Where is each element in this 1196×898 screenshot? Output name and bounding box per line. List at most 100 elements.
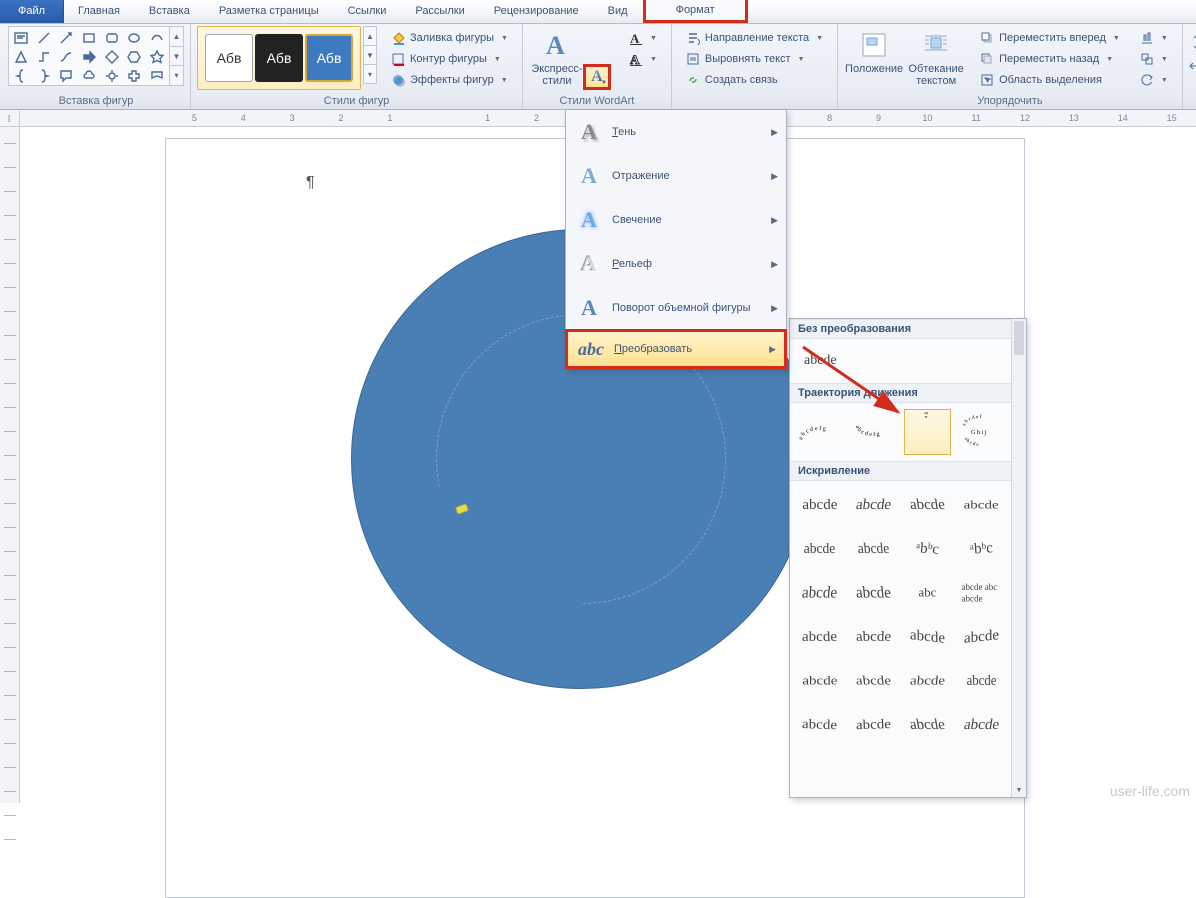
create-link-button[interactable]: Создать связь bbox=[678, 70, 831, 90]
shape-line-icon[interactable] bbox=[33, 28, 56, 47]
menu-shadow[interactable]: A Тень ▶ bbox=[566, 110, 786, 154]
text-fill-button[interactable]: A ▼ bbox=[621, 28, 665, 48]
tab-file[interactable]: Файл bbox=[0, 0, 64, 23]
shape-effects-button[interactable]: Эффекты фигур▼ bbox=[383, 70, 516, 90]
warp-option-1[interactable]: abcde bbox=[848, 485, 900, 525]
bring-forward-button[interactable]: Переместить вперед▼ bbox=[972, 28, 1128, 48]
warp-option-3[interactable]: abcde bbox=[955, 485, 1007, 525]
shape-outline-button[interactable]: Контур фигуры▼ bbox=[383, 49, 516, 69]
warp-option-4[interactable]: abcde bbox=[794, 529, 846, 569]
warp-option-2[interactable]: abcde bbox=[902, 485, 954, 525]
shape-rightarrow-icon[interactable] bbox=[78, 47, 101, 66]
shape-rect-icon[interactable] bbox=[78, 28, 101, 47]
selection-pane-button[interactable]: Область выделения bbox=[972, 70, 1128, 90]
warp-option-8[interactable]: abcde bbox=[794, 573, 846, 613]
position-button[interactable]: Положение bbox=[844, 26, 904, 75]
shape-ellipse-icon[interactable] bbox=[123, 28, 146, 47]
shape-gallery-scroll[interactable]: ▲ ▼ ▾ bbox=[170, 26, 184, 86]
ruler-vertical[interactable] bbox=[0, 127, 20, 803]
shape-cross-icon[interactable] bbox=[123, 66, 146, 85]
warp-option-7[interactable]: ᵃbᵇc bbox=[955, 529, 1007, 569]
shape-style-gallery[interactable]: Абв Абв Абв bbox=[197, 26, 361, 90]
shape-rightbrace-icon[interactable] bbox=[33, 66, 56, 85]
scroll-up-icon[interactable]: ▲ bbox=[364, 27, 376, 45]
tab-format[interactable]: Формат bbox=[643, 0, 748, 23]
shape-fill-button[interactable]: Заливка фигуры▼ bbox=[383, 28, 516, 48]
menu-glow[interactable]: A Свечение▶ bbox=[566, 198, 786, 242]
tab-insert[interactable]: Вставка bbox=[135, 0, 205, 23]
path-arc-up[interactable]: a b c d e f g bbox=[796, 409, 844, 455]
warp-option-15[interactable]: abcde bbox=[955, 617, 1007, 657]
scroll-more-icon[interactable]: ▾ bbox=[170, 65, 183, 85]
send-backward-button[interactable]: Переместить назад▼ bbox=[972, 49, 1128, 69]
shape-callout-icon[interactable] bbox=[55, 66, 78, 85]
style-swatch-dark[interactable]: Абв bbox=[255, 34, 303, 82]
path-arc-down[interactable]: a b c d e f g bbox=[850, 409, 898, 455]
shape-sun-icon[interactable] bbox=[100, 66, 123, 85]
scroll-down-icon[interactable]: ▼ bbox=[364, 45, 376, 64]
tab-home[interactable]: Главная bbox=[64, 0, 135, 23]
shape-star-icon[interactable] bbox=[145, 47, 168, 66]
warp-option-22[interactable]: abcde bbox=[902, 705, 954, 745]
warp-option-13[interactable]: abcde bbox=[848, 617, 900, 657]
shape-style-scroll[interactable]: ▲ ▼ ▾ bbox=[363, 26, 377, 84]
option-no-transform[interactable]: abcde bbox=[790, 339, 1011, 383]
style-swatch-blue-selected[interactable]: Абв bbox=[305, 34, 353, 82]
shape-triangle-icon[interactable] bbox=[10, 47, 33, 66]
rotate-button[interactable]: ▼ bbox=[1132, 70, 1176, 90]
path-button[interactable]: a b c d e fG h i ja b c d e bbox=[957, 409, 1005, 455]
scroll-down-icon[interactable]: ▼ bbox=[1012, 783, 1026, 797]
style-swatch-outline[interactable]: Абв bbox=[205, 34, 253, 82]
transform-scrollbar[interactable]: ▲ ▼ bbox=[1011, 319, 1026, 797]
shape-freeform-icon[interactable] bbox=[145, 28, 168, 47]
express-styles-button[interactable]: A Экспресс-стили bbox=[529, 26, 585, 87]
warp-option-9[interactable]: abcde bbox=[848, 573, 900, 613]
tab-view[interactable]: Вид bbox=[594, 0, 643, 23]
warp-option-11[interactable]: abcde abc abcde bbox=[955, 573, 1007, 613]
menu-relief[interactable]: A Рельеф▶ bbox=[566, 242, 786, 286]
warp-option-19[interactable]: abcde bbox=[955, 661, 1007, 701]
warp-option-14[interactable]: abcde bbox=[902, 617, 954, 657]
shape-textbox-icon[interactable] bbox=[10, 28, 33, 47]
shape-curve-icon[interactable] bbox=[55, 47, 78, 66]
shape-connector-icon[interactable] bbox=[33, 47, 56, 66]
tab-review[interactable]: Рецензирование bbox=[480, 0, 594, 23]
tab-layout[interactable]: Разметка страницы bbox=[205, 0, 334, 23]
group-shapes-button[interactable]: ▼ bbox=[1132, 49, 1176, 69]
scroll-more-icon[interactable]: ▾ bbox=[364, 64, 376, 83]
shape-leftbrace-icon[interactable] bbox=[10, 66, 33, 85]
warp-option-5[interactable]: abcde bbox=[848, 529, 900, 569]
shape-arrow-line-icon[interactable] bbox=[55, 28, 78, 47]
shape-cloud-icon[interactable] bbox=[78, 66, 101, 85]
align-button[interactable]: ▼ bbox=[1132, 28, 1176, 48]
menu-reflection[interactable]: A Отражение▶ bbox=[566, 154, 786, 198]
warp-option-12[interactable]: abcde bbox=[794, 617, 846, 657]
align-text-button[interactable]: Выровнять текст▼ bbox=[678, 49, 831, 69]
shape-gallery[interactable] bbox=[8, 26, 170, 86]
text-outline-button[interactable]: A ▼ bbox=[621, 49, 665, 69]
width-spinner[interactable]: 10 см▲▼ bbox=[1189, 56, 1196, 76]
menu-rotation3d[interactable]: A Поворот объемной фигуры▶ bbox=[566, 286, 786, 330]
warp-option-21[interactable]: abcde bbox=[848, 705, 900, 745]
menu-transform-highlighted[interactable]: abc Преобразовать▶ bbox=[565, 329, 787, 369]
warp-option-18[interactable]: abcde bbox=[902, 661, 954, 701]
shape-diamond-icon[interactable] bbox=[100, 47, 123, 66]
warp-option-6[interactable]: ᵃbᵇc bbox=[902, 529, 954, 569]
warp-option-16[interactable]: abcde bbox=[794, 661, 846, 701]
warp-option-23[interactable]: abcde bbox=[955, 705, 1007, 745]
scroll-down-icon[interactable]: ▼ bbox=[170, 46, 183, 66]
path-circle-selected[interactable]: a b c d e f g h i j k l m bbox=[904, 409, 952, 455]
shape-roundrect-icon[interactable] bbox=[100, 28, 123, 47]
warp-option-17[interactable]: abcde bbox=[848, 661, 900, 701]
shape-banner-icon[interactable] bbox=[145, 66, 168, 85]
warp-option-10[interactable]: abc bbox=[902, 573, 954, 613]
ruler-corner[interactable]: ⌊ bbox=[0, 110, 20, 127]
tab-references[interactable]: Ссылки bbox=[334, 0, 402, 23]
height-spinner[interactable]: 10 см▲▼ bbox=[1189, 32, 1196, 52]
warp-option-20[interactable]: abcde bbox=[794, 705, 846, 745]
text-direction-button[interactable]: Направление текста▼ bbox=[678, 28, 831, 48]
tab-mailings[interactable]: Рассылки bbox=[401, 0, 479, 23]
shape-hexagon-icon[interactable] bbox=[123, 47, 146, 66]
scroll-up-icon[interactable]: ▲ bbox=[170, 27, 183, 46]
text-effects-button-active[interactable]: A▼ bbox=[583, 64, 611, 90]
